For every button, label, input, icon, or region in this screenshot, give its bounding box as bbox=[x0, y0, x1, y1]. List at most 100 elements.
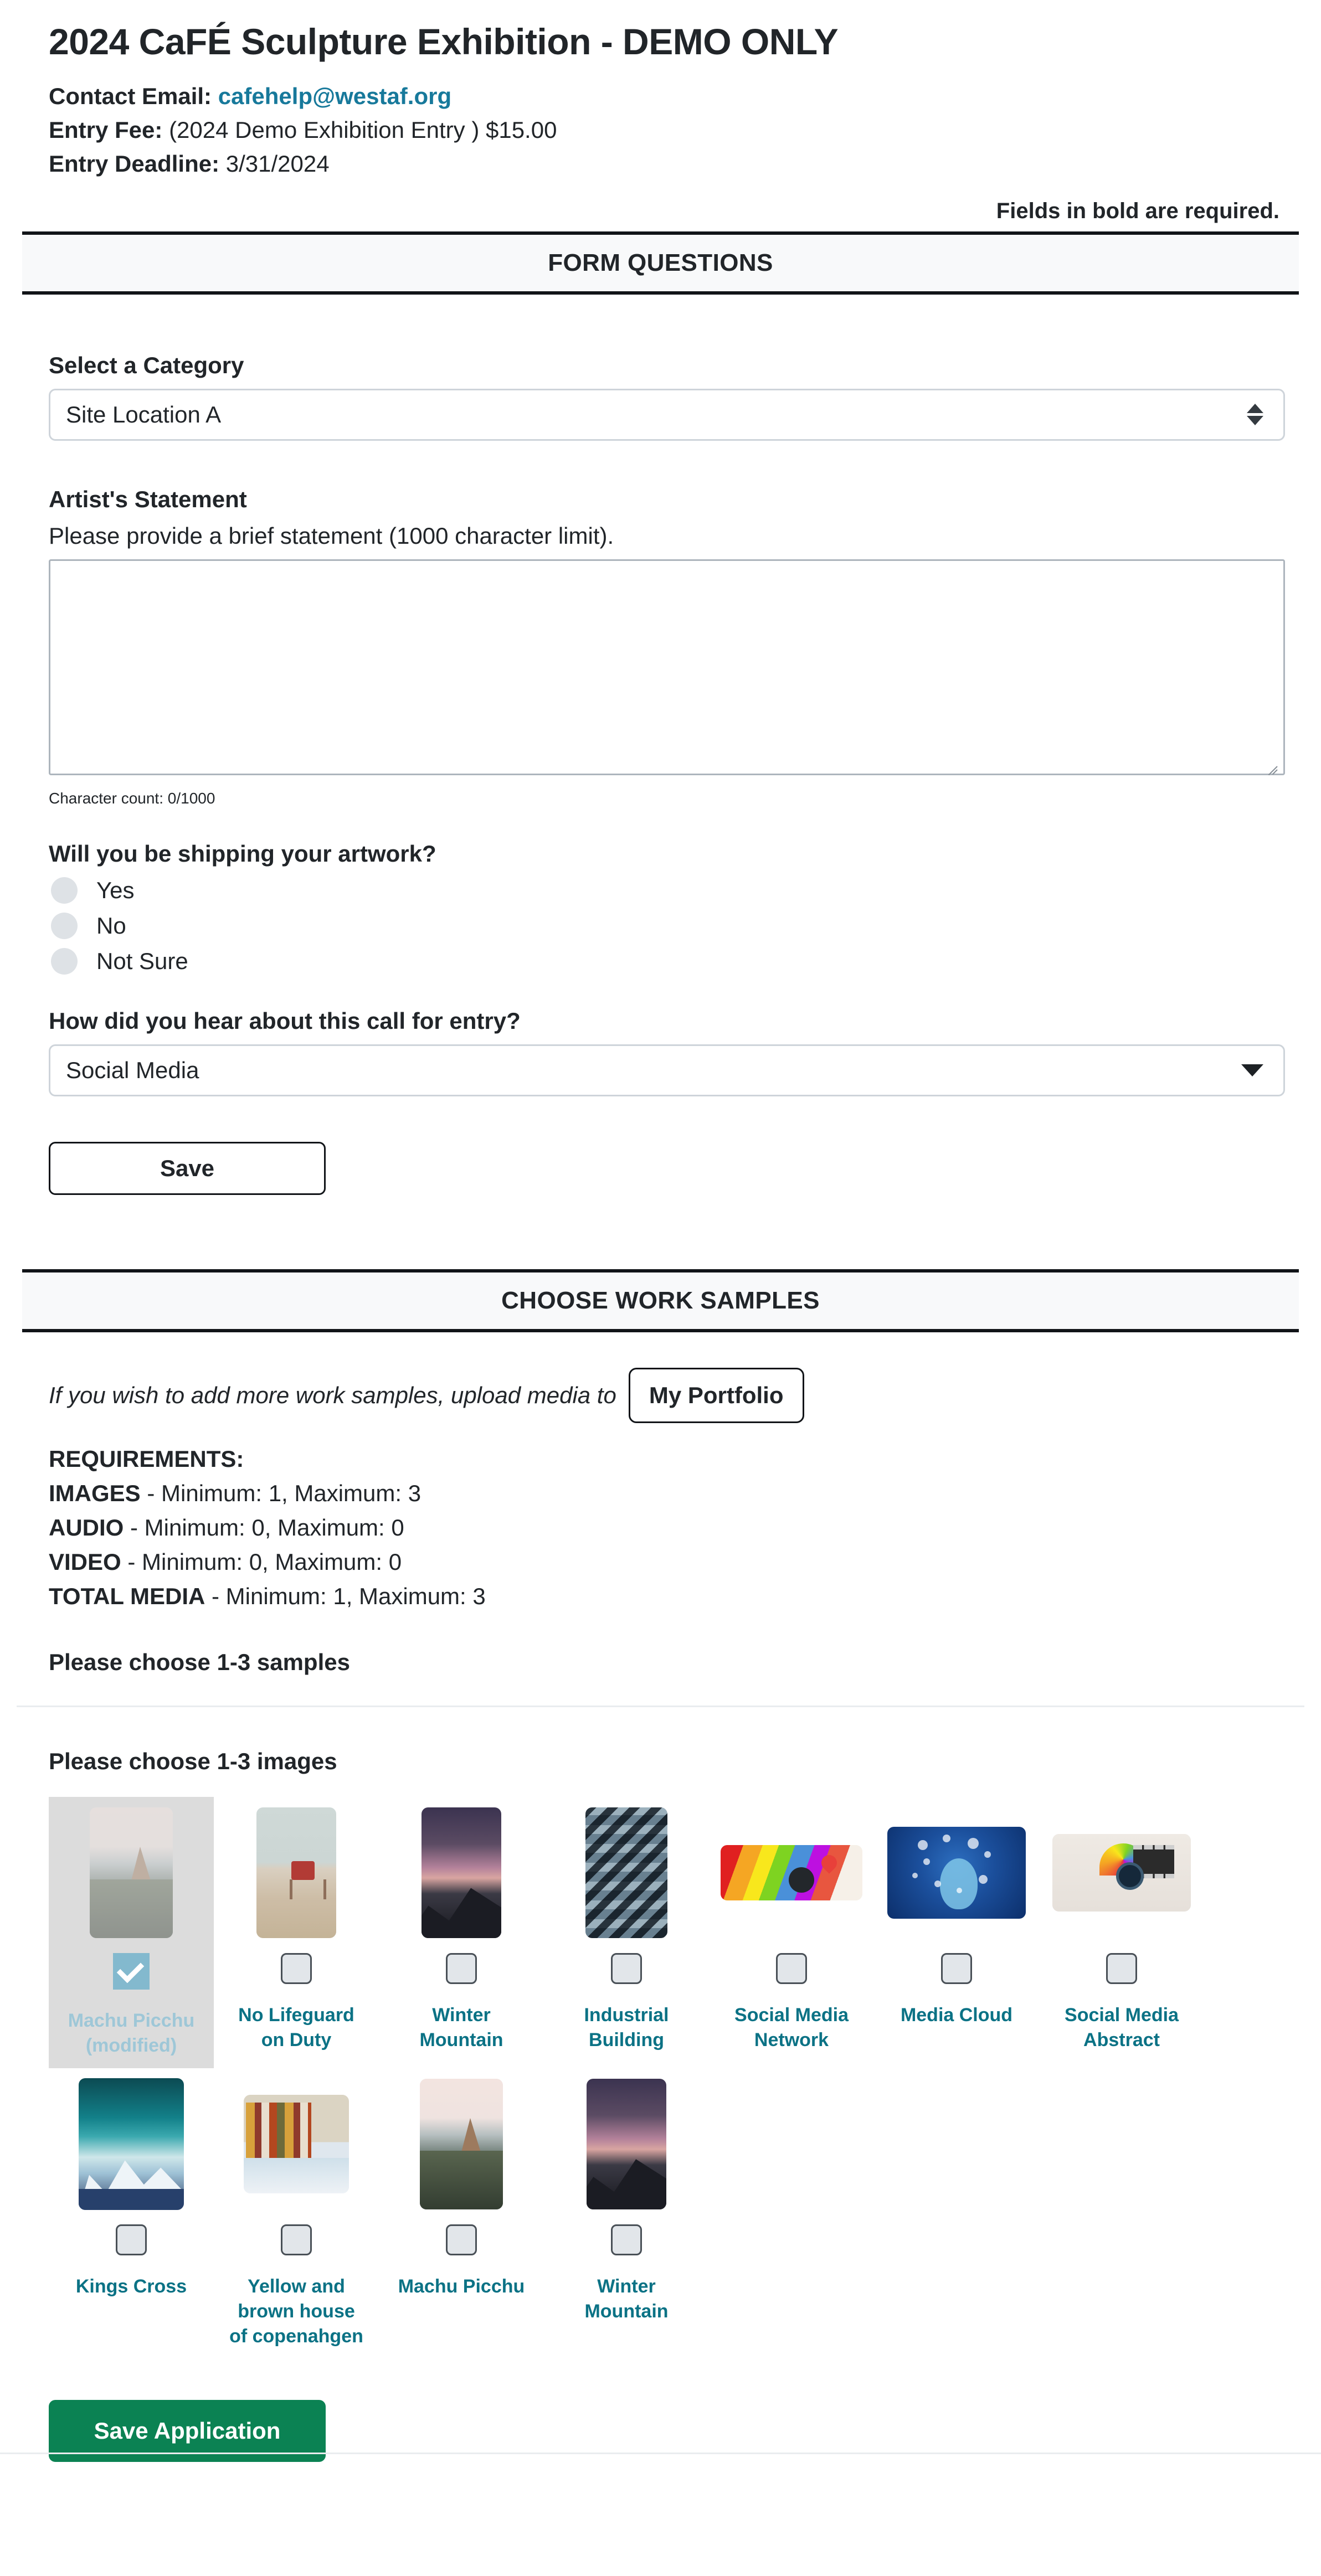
work-sample-image bbox=[585, 1807, 667, 1939]
work-sample-image bbox=[887, 1827, 1026, 1919]
work-sample-checkbox[interactable] bbox=[446, 2224, 477, 2256]
work-sample-title[interactable]: Yellow and brown house of copenahgen bbox=[227, 2274, 366, 2349]
shipping-option-not-sure[interactable]: Not Sure bbox=[49, 947, 1285, 975]
entry-fee-label: Entry Fee: bbox=[49, 116, 163, 143]
work-sample-item[interactable]: Machu Picchu bbox=[379, 2068, 544, 2359]
chevron-down-icon bbox=[1241, 1046, 1263, 1095]
work-sample-checkbox[interactable] bbox=[281, 2224, 312, 2256]
artwork-graphic bbox=[1052, 1834, 1191, 1912]
work-sample-image bbox=[244, 2095, 349, 2194]
work-sample-title[interactable]: Industrial Building bbox=[557, 2003, 696, 2053]
artwork-graphic bbox=[256, 1807, 336, 1939]
my-portfolio-button[interactable]: My Portfolio bbox=[628, 1367, 804, 1423]
required-fields-note: Fields in bold are required. bbox=[996, 198, 1279, 223]
requirement-images-detail: - Minimum: 1, Maximum: 3 bbox=[140, 1480, 422, 1506]
radio-icon[interactable] bbox=[51, 912, 78, 939]
work-sample-thumbnail[interactable] bbox=[552, 2078, 701, 2210]
artist-statement-help: Please provide a brief statement (1000 c… bbox=[49, 522, 614, 549]
work-sample-thumbnail[interactable] bbox=[222, 1807, 371, 1939]
artwork-graphic bbox=[585, 1807, 667, 1939]
requirement-images-type: IMAGES bbox=[49, 1480, 141, 1506]
shipping-option-yes-label: Yes bbox=[96, 877, 135, 903]
shipping-option-not-sure-label: Not Sure bbox=[96, 947, 188, 974]
contact-email-link[interactable]: cafehelp@westaf.org bbox=[218, 83, 451, 109]
work-sample-image bbox=[420, 2079, 503, 2210]
work-sample-title[interactable]: Winter Mountain bbox=[557, 2274, 696, 2324]
work-sample-item[interactable]: No Lifeguard on Duty bbox=[214, 1797, 379, 2068]
contact-email-line: Contact Email: cafehelp@westaf.org bbox=[49, 80, 1285, 114]
requirement-audio-detail: - Minimum: 0, Maximum: 0 bbox=[124, 1514, 404, 1541]
requirements-heading: REQUIREMENTS: bbox=[49, 1445, 244, 1472]
work-sample-thumbnail[interactable] bbox=[387, 2078, 536, 2210]
shipping-option-no[interactable]: No bbox=[49, 912, 1285, 939]
radio-icon[interactable] bbox=[51, 877, 78, 904]
artwork-graphic bbox=[422, 1807, 501, 1939]
work-sample-item[interactable]: Social Media Network bbox=[709, 1797, 874, 2068]
work-sample-title[interactable]: Winter Mountain bbox=[392, 2003, 531, 2053]
work-sample-thumbnail[interactable] bbox=[57, 2078, 205, 2211]
work-sample-title[interactable]: Social Media Abstract bbox=[1052, 2003, 1191, 2053]
form-questions-band: FORM QUESTIONS bbox=[22, 231, 1299, 295]
shipping-option-yes[interactable]: Yes bbox=[49, 877, 1285, 904]
entry-fee-value: (2024 Demo Exhibition Entry ) $15.00 bbox=[169, 116, 557, 143]
work-sample-image bbox=[721, 1845, 862, 1901]
resize-handle-icon[interactable] bbox=[1265, 757, 1279, 775]
radio-icon[interactable] bbox=[51, 947, 78, 975]
work-sample-image bbox=[256, 1807, 336, 1939]
category-select[interactable]: Site Location A bbox=[49, 388, 1285, 441]
footer-actions: Save Application bbox=[0, 2359, 1321, 2462]
work-sample-checkbox[interactable] bbox=[611, 1953, 642, 1985]
work-sample-item[interactable]: Yellow and brown house of copenahgen bbox=[214, 2068, 379, 2359]
entry-deadline-value: 3/31/2024 bbox=[225, 150, 330, 177]
work-sample-thumbnail[interactable] bbox=[882, 1807, 1031, 1939]
work-sample-checkbox[interactable] bbox=[446, 1953, 477, 1985]
work-sample-title[interactable]: Social Media Network bbox=[722, 2003, 861, 2053]
choose-samples-instruction: Please choose 1-3 samples bbox=[49, 1649, 350, 1676]
work-sample-item[interactable]: Industrial Building bbox=[544, 1797, 709, 2068]
application-form-page: 2024 CaFÉ Sculpture Exhibition - DEMO ON… bbox=[0, 0, 1321, 2462]
work-sample-thumbnail[interactable] bbox=[717, 1807, 866, 1939]
work-sample-checkbox[interactable] bbox=[776, 1953, 807, 1985]
work-sample-checkbox[interactable] bbox=[941, 1953, 972, 1985]
work-sample-checkbox[interactable] bbox=[1106, 1953, 1137, 1985]
requirement-images: IMAGES - Minimum: 1, Maximum: 3 bbox=[49, 1476, 1285, 1511]
work-sample-item[interactable]: Media Cloud bbox=[874, 1797, 1039, 2068]
entry-deadline-label: Entry Deadline: bbox=[49, 150, 220, 177]
work-sample-title[interactable]: Kings Cross bbox=[62, 2274, 201, 2299]
contact-email-label: Contact Email: bbox=[49, 83, 212, 109]
work-sample-title[interactable]: Media Cloud bbox=[887, 2003, 1026, 2028]
work-sample-item[interactable]: Winter Mountain bbox=[544, 2068, 709, 2359]
work-sample-checkbox[interactable] bbox=[116, 2224, 147, 2256]
work-sample-thumbnail[interactable] bbox=[57, 1807, 205, 1939]
requirements-block: REQUIREMENTS: IMAGES - Minimum: 1, Maxim… bbox=[49, 1423, 1285, 1614]
work-sample-item[interactable]: Social Media Abstract bbox=[1039, 1797, 1204, 2068]
work-sample-checkbox[interactable] bbox=[281, 1953, 312, 1985]
save-button[interactable]: Save bbox=[49, 1141, 326, 1195]
work-sample-image bbox=[1052, 1834, 1191, 1912]
work-sample-thumbnail[interactable] bbox=[1047, 1807, 1196, 1939]
referral-select[interactable]: Social Media bbox=[49, 1044, 1285, 1096]
entry-deadline-line: Entry Deadline: 3/31/2024 bbox=[49, 147, 1285, 181]
choose-work-samples-band: CHOOSE WORK SAMPLES bbox=[22, 1269, 1299, 1332]
requirement-total-media-type: TOTAL MEDIA bbox=[49, 1583, 205, 1610]
work-sample-image bbox=[587, 2079, 666, 2210]
work-sample-title[interactable]: Machu Picchu (modified) bbox=[62, 2008, 201, 2058]
work-sample-item[interactable]: Kings Cross bbox=[49, 2068, 214, 2359]
work-sample-thumbnail[interactable] bbox=[222, 2078, 371, 2210]
samples-divider bbox=[17, 1706, 1304, 1708]
work-sample-checkbox[interactable] bbox=[611, 2224, 642, 2256]
select-updown-icon bbox=[1247, 390, 1263, 439]
artwork-graphic bbox=[90, 1807, 173, 1939]
work-sample-item[interactable]: Winter Mountain bbox=[379, 1797, 544, 2068]
work-sample-item[interactable]: Machu Picchu (modified) bbox=[49, 1797, 214, 2069]
work-sample-image bbox=[90, 1807, 173, 1939]
artist-statement-input[interactable] bbox=[49, 559, 1285, 775]
shipping-question-label: Will you be shipping your artwork? bbox=[49, 840, 436, 867]
work-sample-checkbox-checked[interactable] bbox=[113, 1953, 150, 1990]
work-sample-title[interactable]: Machu Picchu bbox=[392, 2274, 531, 2299]
page-title: 2024 CaFÉ Sculpture Exhibition - DEMO ON… bbox=[49, 21, 839, 62]
artwork-graphic bbox=[420, 2079, 503, 2210]
work-sample-title[interactable]: No Lifeguard on Duty bbox=[227, 2003, 366, 2053]
work-sample-thumbnail[interactable] bbox=[552, 1807, 701, 1939]
work-sample-thumbnail[interactable] bbox=[387, 1807, 536, 1939]
